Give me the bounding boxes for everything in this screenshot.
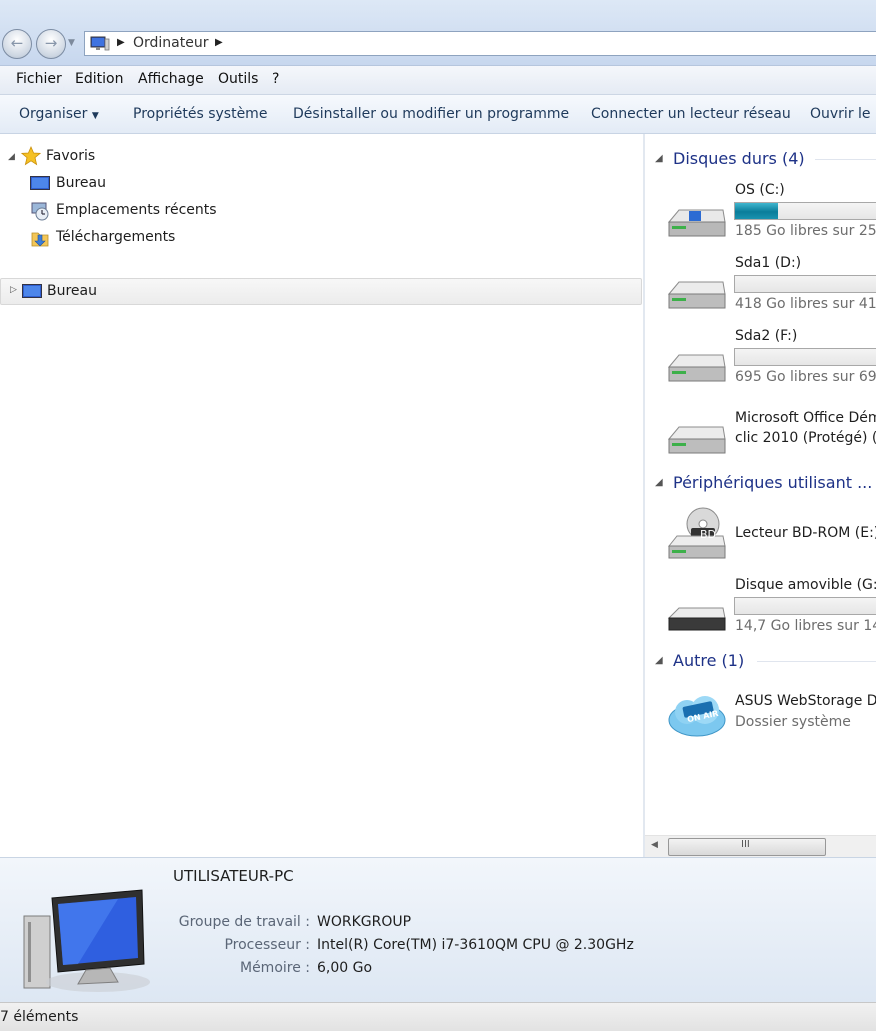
- uninstall-program-button[interactable]: Désinstaller ou modifier un programme: [293, 106, 569, 122]
- drive-c-name[interactable]: OS (C:): [735, 182, 785, 198]
- group-other[interactable]: Autre (1): [673, 651, 744, 670]
- drive-f-free-space: 695 Go libres sur 698: [735, 369, 876, 385]
- computer-icon: [90, 36, 110, 51]
- drive-f-usage-bar: [734, 348, 876, 366]
- status-bar: 7 éléments: [0, 1002, 876, 1031]
- virtual-drive-icon: [667, 426, 726, 454]
- scrollbar-grip: III: [741, 839, 750, 850]
- drive-f-name[interactable]: Sda2 (F:): [735, 328, 797, 344]
- bd-rom-drive-icon: [667, 507, 726, 559]
- computer-name: UTILISATEUR-PC: [173, 867, 294, 885]
- back-button[interactable]: ←: [2, 29, 32, 59]
- navigation-pane: ◢ Favoris Bureau Emplacements récents Té…: [0, 134, 643, 857]
- menu-bar: Fichier Edition Affichage Outils ?: [0, 66, 876, 95]
- horizontal-scrollbar[interactable]: ◀ III: [645, 835, 876, 857]
- workgroup-label: Groupe de travail :: [178, 914, 310, 930]
- open-control-panel-button[interactable]: Ouvrir le P: [810, 106, 876, 122]
- drive-q-name-line2[interactable]: clic 2010 (Protégé) (Q: [735, 430, 876, 446]
- processor-value: Intel(R) Core(TM) i7-3610QM CPU @ 2.30GH…: [317, 937, 634, 953]
- group-removable-devices[interactable]: Périphériques utilisant ... (: [673, 473, 876, 492]
- memory-label: Mémoire :: [239, 960, 310, 976]
- command-bar: Organiser ▼ Propriétés système Désinstal…: [0, 95, 876, 134]
- downloads-folder-icon: [31, 232, 49, 247]
- drive-d-usage-bar: [734, 275, 876, 293]
- bd-badge: BD: [700, 528, 717, 541]
- dropdown-arrow-icon: ▼: [91, 111, 99, 121]
- star-icon: [21, 146, 41, 166]
- recent-pages-dropdown-icon[interactable]: ▼: [68, 38, 75, 48]
- group-collapse-icon[interactable]: ◢: [655, 477, 663, 488]
- breadcrumb-separator-icon[interactable]: ▶: [117, 37, 125, 48]
- desktop-icon: [30, 176, 50, 190]
- group-hard-disks[interactable]: Disques durs (4): [673, 149, 805, 168]
- favorites-expander-icon[interactable]: ◢: [8, 152, 15, 162]
- nav-favorite-desktop[interactable]: Bureau: [56, 175, 106, 191]
- breadcrumb-location[interactable]: Ordinateur: [133, 35, 209, 51]
- address-toolbar: ← → ▼ ▶ Ordinateur ▶: [0, 0, 876, 66]
- desktop-icon: [22, 284, 42, 298]
- forward-button[interactable]: →: [36, 29, 66, 59]
- menu-edit[interactable]: Edition: [75, 71, 123, 87]
- nav-desktop-root[interactable]: ▷ Bureau: [0, 278, 642, 305]
- drive-c-usage-bar: [734, 202, 876, 220]
- nav-desktop-label: Bureau: [47, 283, 97, 299]
- system-properties-button[interactable]: Propriétés système: [133, 106, 267, 122]
- processor-label: Processeur :: [224, 937, 310, 953]
- address-field[interactable]: ▶ Ordinateur ▶: [84, 31, 876, 56]
- removable-drive-icon: [667, 607, 726, 631]
- item-count: 7 éléments: [0, 1009, 79, 1025]
- recent-places-icon: [31, 202, 49, 221]
- group-collapse-icon[interactable]: ◢: [655, 655, 663, 666]
- asus-webstorage-name[interactable]: ASUS WebStorage Dr: [735, 693, 876, 709]
- asus-webstorage-type: Dossier système: [735, 714, 851, 730]
- breadcrumb-chevron-icon[interactable]: ▶: [215, 37, 223, 48]
- drive-d-name[interactable]: Sda1 (D:): [735, 255, 801, 271]
- menu-view[interactable]: Affichage: [138, 71, 204, 87]
- drive-c-free-space: 185 Go libres sur 254: [735, 223, 876, 239]
- drive-c-usage-fill: [735, 203, 778, 219]
- map-network-drive-button[interactable]: Connecter un lecteur réseau: [591, 106, 791, 122]
- scroll-left-arrow-icon[interactable]: ◀: [651, 840, 658, 850]
- organize-button[interactable]: Organiser ▼: [19, 106, 99, 122]
- content-pane: ◢ Disques durs (4) OS (C:) 185 Go libres…: [645, 134, 876, 835]
- menu-file[interactable]: Fichier: [16, 71, 62, 87]
- details-pane: UTILISATEUR-PC Groupe de travail : WORKG…: [0, 857, 876, 1002]
- system-drive-icon: [667, 209, 726, 237]
- group-divider: [757, 661, 876, 662]
- desktop-expander-icon[interactable]: ▷: [10, 285, 17, 295]
- nav-favorite-recent-places[interactable]: Emplacements récents: [56, 202, 217, 218]
- drive-q-name-line1[interactable]: Microsoft Office Dém: [735, 410, 876, 426]
- drive-g-free-space: 14,7 Go libres sur 14,7: [735, 618, 876, 634]
- menu-help[interactable]: ?: [272, 71, 279, 87]
- drive-g-usage-bar: [734, 597, 876, 615]
- organize-label: Organiser: [19, 106, 88, 122]
- memory-value: 6,00 Go: [317, 960, 373, 976]
- nav-favorites[interactable]: Favoris: [46, 148, 95, 164]
- group-divider: [815, 159, 876, 160]
- hard-drive-icon: [667, 354, 726, 382]
- drive-d-free-space: 418 Go libres sur 419: [735, 296, 876, 312]
- bd-rom-name[interactable]: Lecteur BD-ROM (E:): [735, 525, 876, 541]
- hard-drive-icon: [667, 281, 726, 309]
- scrollbar-thumb[interactable]: III: [668, 838, 826, 856]
- computer-large-icon: [23, 889, 150, 992]
- drive-g-name[interactable]: Disque amovible (G:): [735, 577, 876, 593]
- nav-favorite-downloads[interactable]: Téléchargements: [56, 229, 175, 245]
- group-collapse-icon[interactable]: ◢: [655, 153, 663, 164]
- workgroup-value: WORKGROUP: [317, 914, 412, 930]
- menu-tools[interactable]: Outils: [218, 71, 258, 87]
